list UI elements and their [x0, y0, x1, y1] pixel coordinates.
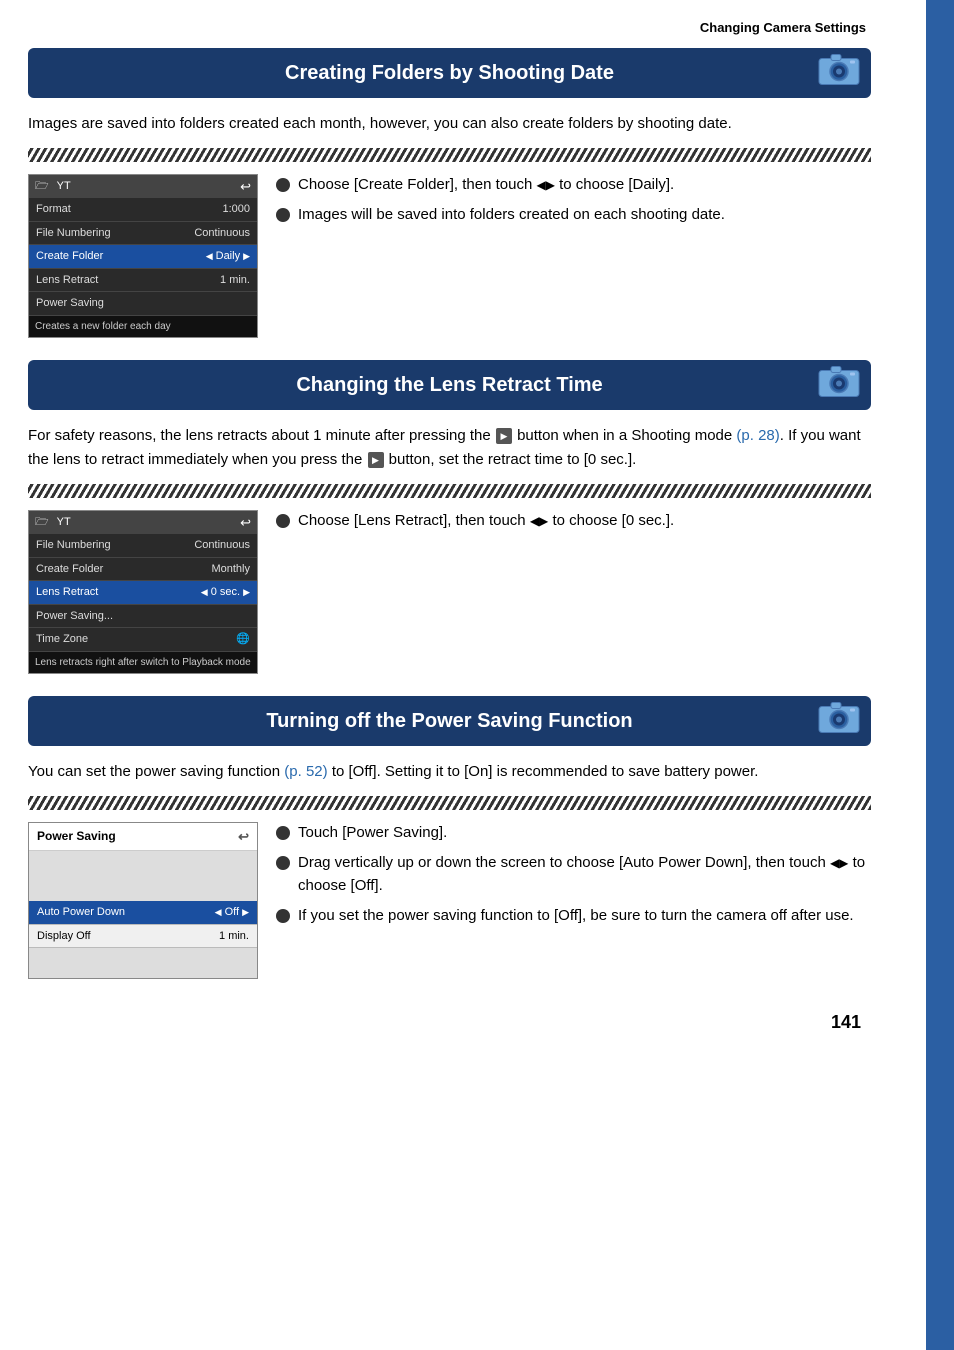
bullet-item: If you set the power saving function to …	[276, 905, 871, 928]
bullet-dot	[276, 178, 290, 192]
power-menu-row-auto: Auto Power Down ◀ Off ▶	[29, 901, 257, 925]
section-body-lens-retract: For safety reasons, the lens retracts ab…	[28, 424, 871, 472]
bullet-item: Touch [Power Saving].	[276, 822, 871, 845]
section-title-power-saving: Turning off the Power Saving Function	[28, 696, 871, 746]
section-lens-retract: Changing the Lens Retract Time For safet…	[28, 360, 871, 674]
power-menu-row-display: Display Off 1 min.	[29, 925, 257, 949]
bullet-list-lens-retract: Choose [Lens Retract], then touch ◀▶ to …	[276, 510, 871, 674]
back-icon-2: ↩	[240, 513, 251, 533]
section-power-saving: Turning off the Power Saving Function Yo…	[28, 696, 871, 980]
menu-row-lens-retract-1: Lens Retract 1 min.	[29, 269, 257, 293]
bullet-item: Images will be saved into folders create…	[276, 204, 871, 227]
menu-row-lens-retract-2: Lens Retract 0 sec.	[29, 581, 257, 605]
playback-icon-2	[368, 452, 384, 468]
right-edge-bar	[926, 0, 954, 1350]
bullet-dot	[276, 826, 290, 840]
section-block-creating-folders: 🗁 YT ↩ Format 1:000 File Numbering Conti…	[28, 174, 871, 338]
power-menu-body	[29, 851, 257, 901]
page-header: Changing Camera Settings	[28, 18, 871, 38]
power-menu-title: Power Saving ↩	[29, 823, 257, 852]
yt-icon-2: YT	[57, 514, 71, 531]
bullet-dot	[276, 856, 290, 870]
section-creating-folders: Creating Folders by Shooting Date Images…	[28, 48, 871, 338]
bullet-item: Choose [Create Folder], then touch ◀▶ to…	[276, 174, 871, 197]
arrow-left-icon-2	[201, 584, 208, 601]
camera-icon-2	[817, 362, 861, 407]
bullet-dot	[276, 514, 290, 528]
power-menu-spacer	[29, 948, 257, 978]
menu-row-create-folder: Create Folder Daily	[29, 245, 257, 269]
bullet-item: Choose [Lens Retract], then touch ◀▶ to …	[276, 510, 871, 533]
header-title: Changing Camera Settings	[700, 20, 866, 35]
link-p28[interactable]: (p. 28)	[736, 427, 779, 444]
camera-menu-1: 🗁 YT ↩ Format 1:000 File Numbering Conti…	[28, 174, 258, 338]
section-block-lens-retract: 🗁 YT ↩ File Numbering Continuous Create …	[28, 510, 871, 674]
bullet-list-creating-folders: Choose [Create Folder], then touch ◀▶ to…	[276, 174, 871, 338]
power-menu: Power Saving ↩ Auto Power Down ◀ Off ▶ D…	[28, 822, 258, 980]
camera-menu-topbar-2: 🗁 YT ↩	[29, 511, 257, 535]
playback-icon-1	[496, 428, 512, 444]
folder-icon: 🗁	[35, 178, 49, 195]
arrow-right-icon-2	[243, 584, 250, 601]
bullet-dot	[276, 208, 290, 222]
arrow-left-icon	[206, 248, 213, 265]
section-title-lens-retract: Changing the Lens Retract Time	[28, 360, 871, 410]
bullet-dot	[276, 909, 290, 923]
yt-icon: YT	[57, 178, 71, 195]
stripe-divider-1	[28, 148, 871, 162]
camera-icon-1	[817, 50, 861, 95]
arrow-right-icon-3: ▶	[242, 906, 249, 920]
arrow-left-icon-3: ◀	[215, 906, 222, 920]
arrow-right-icon	[243, 248, 250, 265]
camera-menu-footer-2: Lens retracts right after switch to Play…	[29, 652, 257, 673]
menu-row-time-zone: Time Zone 🌐	[29, 628, 257, 652]
section-title-creating-folders: Creating Folders by Shooting Date	[28, 48, 871, 98]
stripe-divider-3	[28, 796, 871, 810]
menu-row-format: Format 1:000	[29, 198, 257, 222]
bullet-item: Drag vertically up or down the screen to…	[276, 852, 871, 897]
stripe-divider-2	[28, 484, 871, 498]
menu-row-power-saving-1: Power Saving	[29, 292, 257, 316]
link-p52[interactable]: (p. 52)	[284, 763, 327, 780]
section-body-power-saving: You can set the power saving function (p…	[28, 760, 871, 784]
camera-icon-3	[817, 698, 861, 743]
camera-menu-footer-1: Creates a new folder each day	[29, 316, 257, 337]
camera-menu-topbar-1: 🗁 YT ↩	[29, 175, 257, 199]
camera-menu-2: 🗁 YT ↩ File Numbering Continuous Create …	[28, 510, 258, 674]
menu-row-power-saving-2: Power Saving...	[29, 605, 257, 629]
menu-row-create-folder-2: Create Folder Monthly	[29, 558, 257, 582]
back-icon: ↩	[240, 177, 251, 197]
folder-icon-2: 🗁	[35, 514, 49, 531]
section-block-power-saving: Power Saving ↩ Auto Power Down ◀ Off ▶ D…	[28, 822, 871, 980]
back-icon-3: ↩	[238, 827, 249, 847]
bullet-list-power-saving: Touch [Power Saving]. Drag vertically up…	[276, 822, 871, 980]
section-body-creating-folders: Images are saved into folders created ea…	[28, 112, 871, 136]
menu-row-file-numbering-2: File Numbering Continuous	[29, 534, 257, 558]
page-number: 141	[28, 1009, 871, 1036]
menu-row-file-numbering: File Numbering Continuous	[29, 222, 257, 246]
